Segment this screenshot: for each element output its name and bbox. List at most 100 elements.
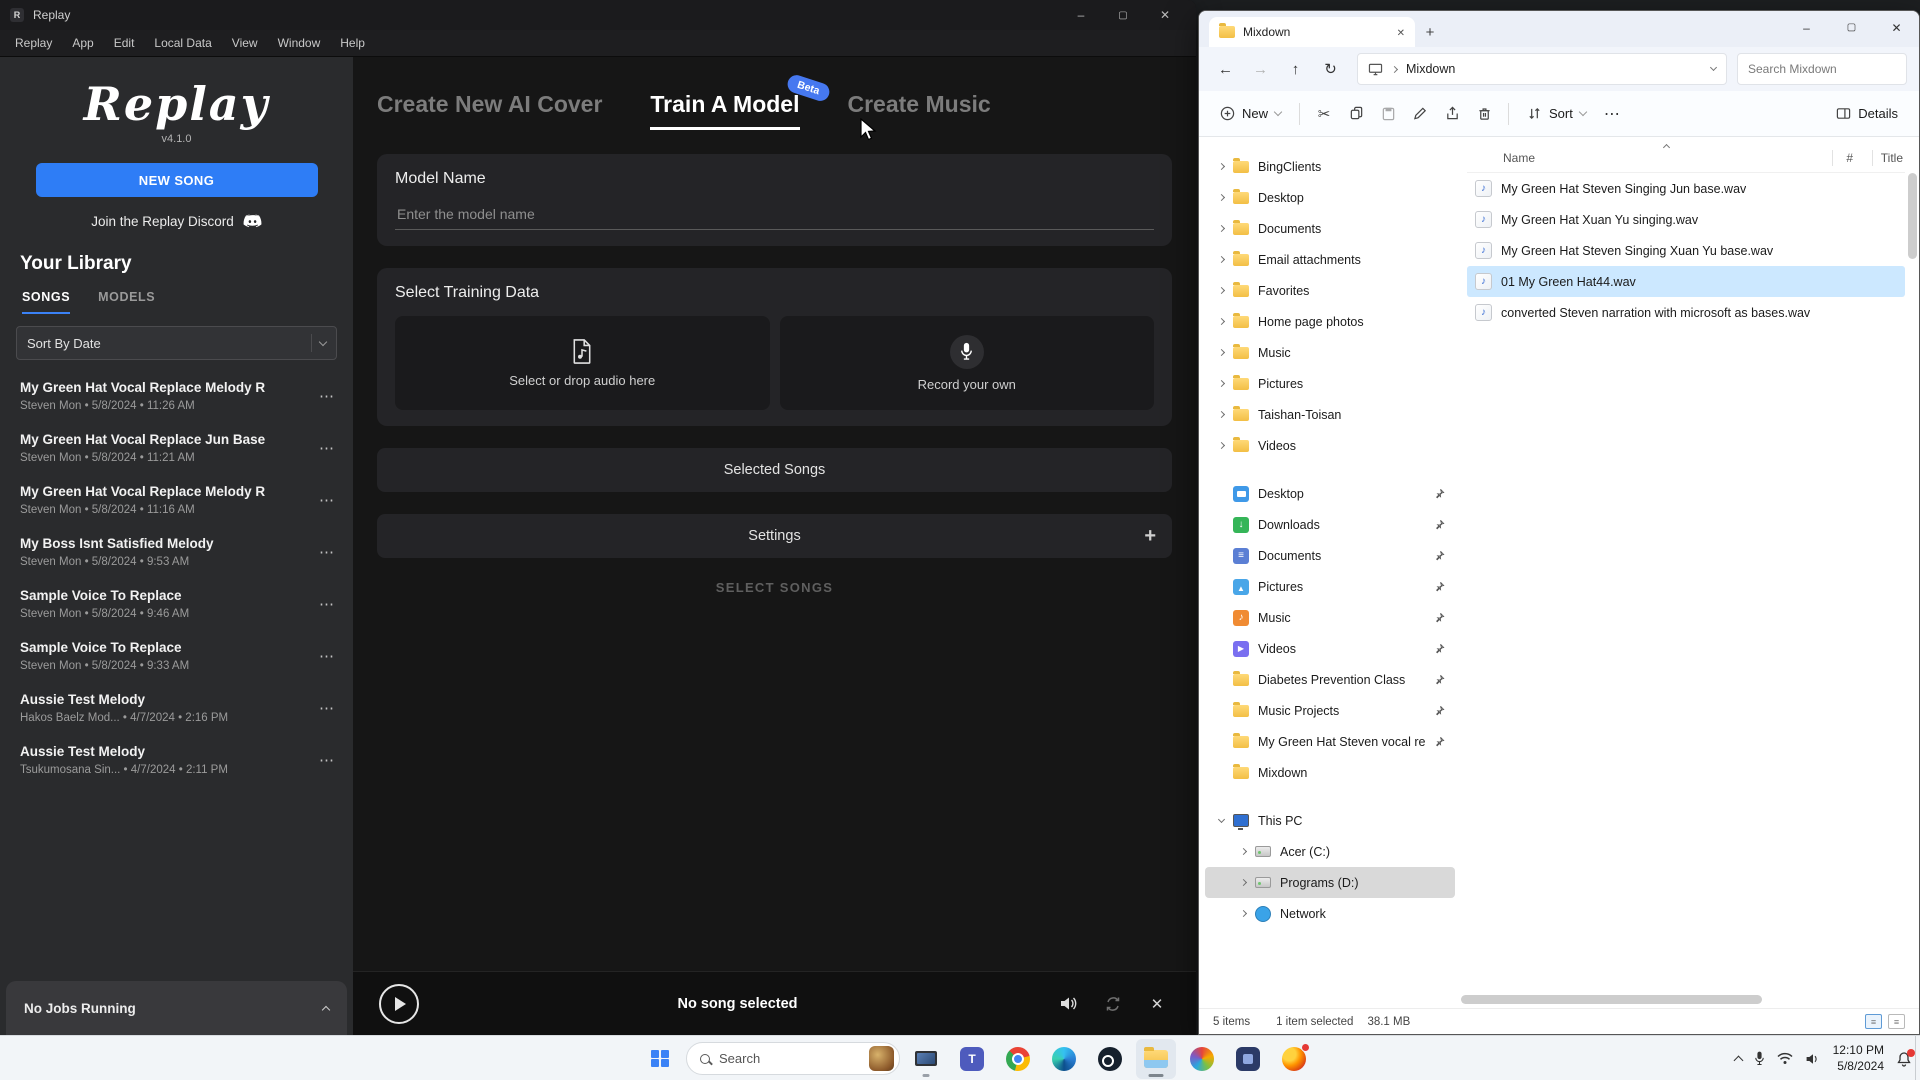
expand-chevron-icon[interactable] — [1218, 318, 1225, 325]
menu-item[interactable]: Help — [331, 33, 374, 53]
song-list-item[interactable]: My Green Hat Vocal Replace Jun Base Stev… — [0, 422, 353, 474]
song-options-icon[interactable] — [315, 749, 339, 771]
play-button[interactable] — [379, 984, 419, 1024]
wifi-icon[interactable] — [1777, 1052, 1793, 1065]
column-header-name[interactable]: Name — [1467, 151, 1535, 165]
expand-chevron-icon[interactable] — [1218, 194, 1225, 201]
expand-chevron-icon[interactable] — [1218, 411, 1225, 418]
expand-chevron-icon[interactable] — [1240, 848, 1247, 855]
minimize-button[interactable] — [1060, 0, 1102, 30]
start-button[interactable] — [640, 1039, 680, 1079]
quick-access-item[interactable]: Desktop — [1205, 478, 1455, 509]
expand-chevron-icon[interactable] — [1218, 380, 1225, 387]
tree-item[interactable]: Taishan-Toisan — [1205, 399, 1455, 430]
tree-item[interactable]: Email attachments — [1205, 244, 1455, 275]
expand-chevron-icon[interactable] — [1218, 442, 1225, 449]
sort-button[interactable]: Sort — [1518, 100, 1595, 127]
song-options-icon[interactable] — [315, 645, 339, 667]
forward-button[interactable]: → — [1244, 53, 1277, 86]
column-divider[interactable] — [1832, 150, 1833, 166]
taskbar-photos-icon[interactable] — [1182, 1039, 1222, 1079]
model-name-input[interactable] — [395, 196, 1154, 230]
show-desktop-button[interactable] — [1915, 1036, 1920, 1080]
cut-icon[interactable] — [1309, 99, 1339, 129]
expand-chevron-icon[interactable] — [1218, 256, 1225, 263]
discord-link[interactable]: Join the Replay Discord — [0, 214, 353, 229]
collapse-chevron-icon[interactable] — [1218, 815, 1225, 822]
record-audio-button[interactable]: Record your own — [780, 316, 1155, 410]
repeat-icon[interactable] — [1100, 991, 1126, 1017]
up-button[interactable]: ↑ — [1279, 53, 1312, 86]
tree-item[interactable]: Videos — [1205, 430, 1455, 461]
expand-chevron-icon[interactable] — [1218, 349, 1225, 356]
song-list-item[interactable]: My Green Hat Vocal Replace Melody R Stev… — [0, 370, 353, 422]
tree-item[interactable]: Music — [1205, 337, 1455, 368]
drive-item[interactable]: Network — [1205, 898, 1455, 929]
address-dropdown-icon[interactable] — [1710, 64, 1717, 71]
taskbar-clock[interactable]: 12:10 PM 5/8/2024 — [1833, 1043, 1884, 1074]
file-row[interactable]: My Green Hat Steven Singing Jun base.wav — [1467, 173, 1905, 204]
volume-icon[interactable] — [1056, 991, 1082, 1017]
details-button[interactable]: Details — [1827, 100, 1907, 127]
copy-icon[interactable] — [1341, 99, 1371, 129]
song-list-item[interactable]: Sample Voice To Replace Steven Mon • 5/8… — [0, 578, 353, 630]
taskbar-search[interactable]: Search — [686, 1042, 900, 1075]
tree-item[interactable]: Favorites — [1205, 275, 1455, 306]
song-options-icon[interactable] — [315, 541, 339, 563]
new-song-button[interactable]: NEW SONG — [36, 163, 318, 197]
expand-chevron-icon[interactable] — [1240, 910, 1247, 917]
player-close-icon[interactable] — [1144, 991, 1170, 1017]
song-list-item[interactable]: My Boss Isnt Satisfied Melody Steven Mon… — [0, 526, 353, 578]
main-tab[interactable]: Create New AI Cover — [377, 91, 602, 130]
column-header-title[interactable]: Title — [1881, 151, 1903, 165]
hidden-icons-chevron[interactable] — [1733, 1056, 1743, 1066]
taskbar-app-icon[interactable] — [1228, 1039, 1268, 1079]
this-pc-item[interactable]: This PC — [1205, 805, 1455, 836]
menu-item[interactable]: Window — [269, 33, 330, 53]
song-options-icon[interactable] — [315, 593, 339, 615]
expand-chevron-icon[interactable] — [1218, 163, 1225, 170]
explorer-tab[interactable]: Mixdown — [1209, 17, 1415, 47]
tree-item[interactable]: Desktop — [1205, 182, 1455, 213]
expand-chevron-icon[interactable] — [1240, 879, 1247, 886]
quick-access-item[interactable]: Pictures — [1205, 571, 1455, 602]
quick-access-item[interactable]: My Green Hat Steven vocal replacer — [1205, 726, 1455, 757]
taskbar-edge-icon[interactable] — [1044, 1039, 1084, 1079]
column-divider[interactable] — [1872, 150, 1873, 166]
tree-item[interactable]: Documents — [1205, 213, 1455, 244]
rename-icon[interactable] — [1405, 99, 1435, 129]
new-tab-button[interactable] — [1415, 17, 1445, 47]
song-list-item[interactable]: Aussie Test Melody Tsukumosana Sin... • … — [0, 734, 353, 786]
address-bar[interactable]: Mixdown — [1357, 53, 1727, 85]
song-options-icon[interactable] — [315, 437, 339, 459]
sort-dropdown[interactable]: Sort By Date — [16, 326, 337, 360]
quick-access-item[interactable]: Videos — [1205, 633, 1455, 664]
back-button[interactable]: ← — [1209, 53, 1242, 86]
tree-item[interactable]: Home page photos — [1205, 306, 1455, 337]
vertical-scrollbar[interactable] — [1908, 173, 1917, 968]
taskbar-chrome-icon[interactable] — [998, 1039, 1038, 1079]
jobs-status-bar[interactable]: No Jobs Running — [6, 981, 347, 1035]
expand-chevron-icon[interactable] — [1218, 287, 1225, 294]
main-tab[interactable]: Train A Model Beta — [650, 91, 799, 130]
breadcrumb-location[interactable]: Mixdown — [1406, 62, 1455, 76]
taskbar-replay-app-icon[interactable] — [906, 1039, 946, 1079]
tree-item[interactable]: Pictures — [1205, 368, 1455, 399]
refresh-button[interactable]: ↻ — [1314, 53, 1347, 86]
volume-tray-icon[interactable] — [1805, 1052, 1821, 1066]
song-list-item[interactable]: Aussie Test Melody Hakos Baelz Mod... • … — [0, 682, 353, 734]
quick-access-item[interactable]: Music — [1205, 602, 1455, 633]
taskbar-steam-icon[interactable] — [1090, 1039, 1130, 1079]
song-options-icon[interactable] — [315, 697, 339, 719]
drive-item[interactable]: Programs (D:) — [1205, 867, 1455, 898]
taskbar-firefox-icon[interactable] — [1274, 1039, 1314, 1079]
taskbar-file-explorer-icon[interactable] — [1136, 1039, 1176, 1079]
column-header-number[interactable]: # — [1846, 151, 1853, 165]
tab-close-icon[interactable] — [1397, 25, 1405, 39]
song-options-icon[interactable] — [315, 489, 339, 511]
menu-item[interactable]: Local Data — [145, 33, 220, 53]
microphone-tray-icon[interactable] — [1754, 1051, 1765, 1066]
audio-drop-zone[interactable]: Select or drop audio here — [395, 316, 770, 410]
new-button[interactable]: New — [1211, 100, 1290, 127]
more-options-icon[interactable] — [1597, 99, 1627, 129]
